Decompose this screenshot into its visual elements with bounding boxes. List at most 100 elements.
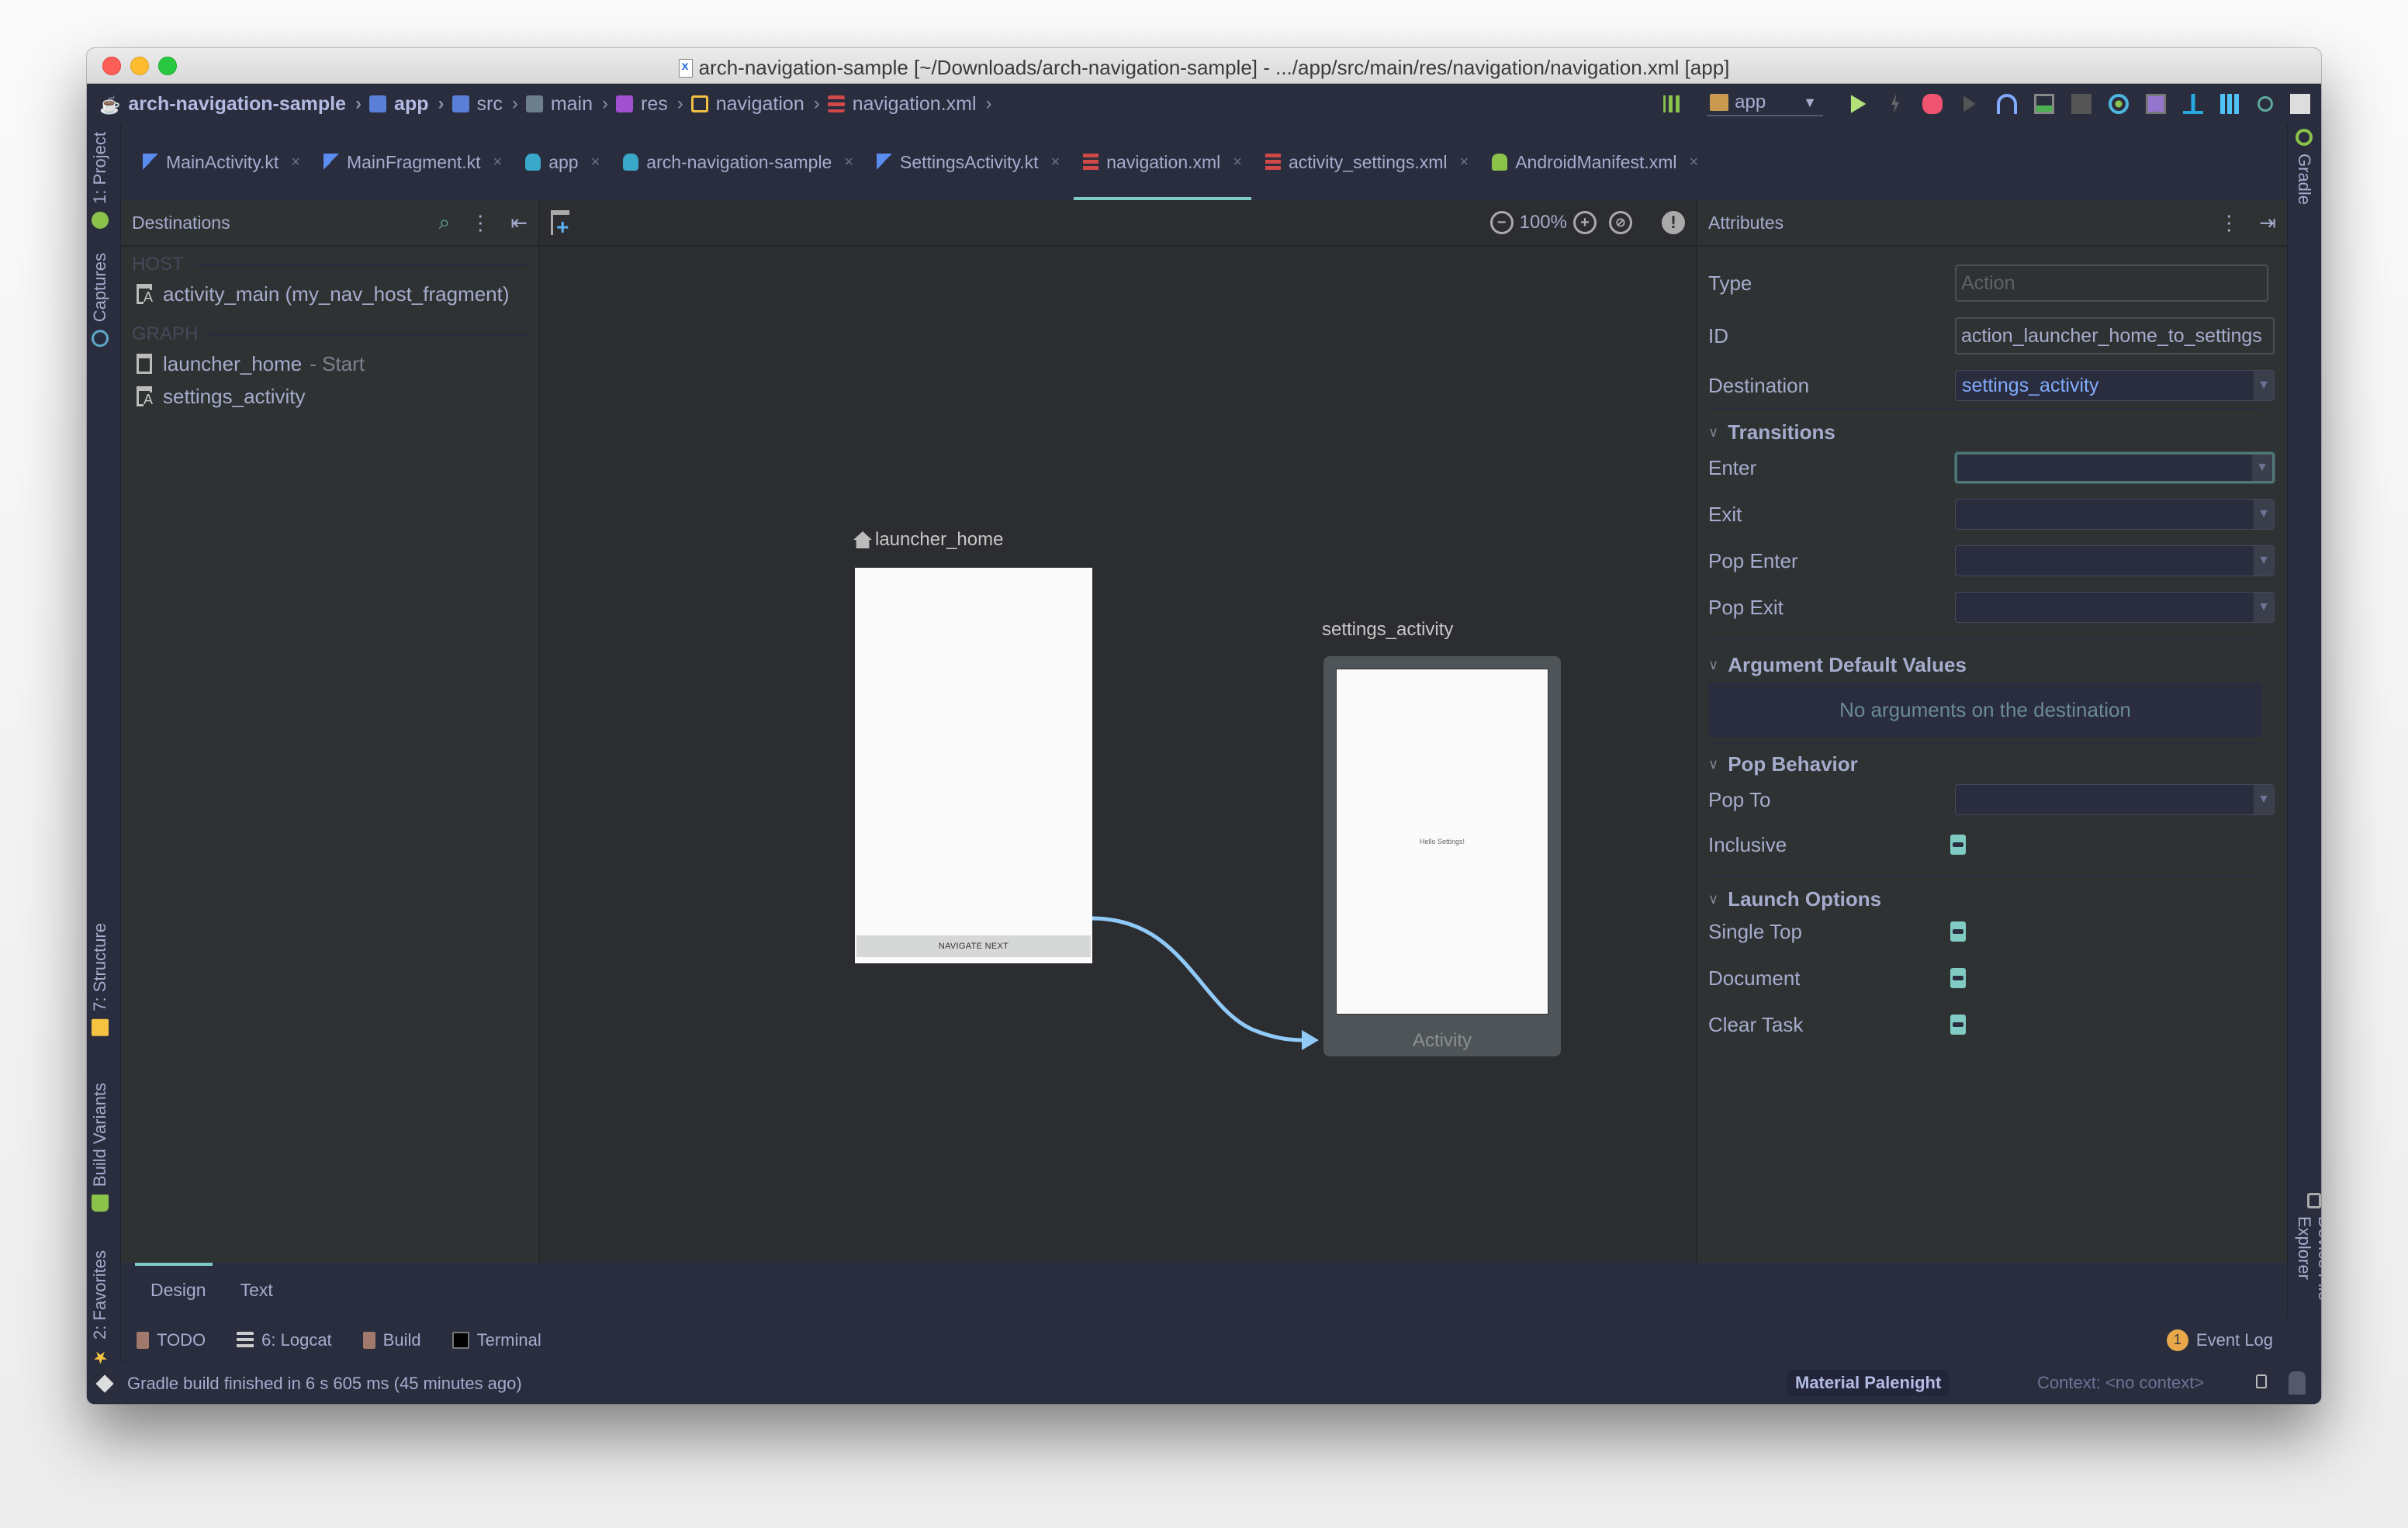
breadcrumb-main[interactable]: main ›: [525, 93, 608, 116]
document-checkbox[interactable]: [1950, 968, 1966, 988]
layout-inspector-icon[interactable]: [2220, 94, 2240, 114]
inclusive-checkbox[interactable]: [1950, 835, 1966, 855]
stop-icon[interactable]: [2071, 94, 2091, 114]
tab-text[interactable]: Text: [240, 1280, 273, 1301]
project-tool-tab[interactable]: 1: Project: [90, 132, 110, 229]
new-destination-icon[interactable]: [551, 210, 569, 238]
tab-settingsactivity-kt[interactable]: SettingsActivity.kt ×: [867, 124, 1069, 200]
tab-label: activity_settings.xml: [1288, 151, 1448, 172]
launch-options-section[interactable]: ∨ Launch Options: [1708, 887, 1881, 911]
zoom-to-fit-icon[interactable]: ⊘: [1609, 211, 1632, 234]
pop-exit-select[interactable]: ▼: [1955, 592, 2275, 623]
more-options-icon[interactable]: ⋮: [2219, 211, 2239, 235]
launcher-home-destination[interactable]: NAVIGATE NEXT: [855, 568, 1092, 963]
debug-icon[interactable]: [1922, 94, 1943, 114]
chevron-right-icon: ›: [985, 93, 992, 114]
id-field[interactable]: action_launcher_home_to_settings: [1955, 317, 2275, 354]
close-tab-icon[interactable]: ×: [1051, 154, 1060, 171]
tab-navigation-xml[interactable]: navigation.xml ×: [1074, 124, 1251, 200]
close-tab-icon[interactable]: ×: [844, 154, 853, 171]
collapse-panel-icon[interactable]: ⇤: [510, 211, 528, 235]
breadcrumb-navigation[interactable]: navigation ›: [690, 93, 820, 116]
pop-to-select[interactable]: ▼: [1955, 784, 2275, 815]
build-variants-tool-tab[interactable]: Build Variants: [90, 1083, 110, 1212]
gradle-tool-tab[interactable]: Gradle: [2294, 129, 2314, 205]
event-log-tool-tab[interactable]: 1 Event Log: [2166, 1329, 2273, 1351]
tab-project-gradle[interactable]: arch-navigation-sample ×: [614, 124, 863, 200]
transitions-section[interactable]: ∨ Transitions: [1708, 420, 1835, 444]
tab-mainfragment-kt[interactable]: MainFragment.kt ×: [314, 124, 511, 200]
user-avatar-icon[interactable]: [2290, 94, 2310, 114]
destinations-panel: Destinations ⌕ ⋮ ⇤ HOST activity_main (m…: [121, 200, 540, 1263]
close-tab-icon[interactable]: ×: [1690, 154, 1699, 171]
tab-mainactivity-kt[interactable]: MainActivity.kt ×: [133, 124, 310, 200]
warnings-icon[interactable]: !: [1662, 211, 1685, 234]
captures-tool-tab[interactable]: Captures: [90, 253, 110, 347]
layers-icon[interactable]: [95, 1374, 114, 1393]
tab-androidmanifest-xml[interactable]: AndroidManifest.xml ×: [1483, 124, 1707, 200]
tab-design[interactable]: Design: [150, 1280, 206, 1301]
tab-activity-settings-xml[interactable]: activity_settings.xml ×: [1256, 124, 1478, 200]
enter-select[interactable]: ▼: [1955, 452, 2275, 483]
inspector-icon[interactable]: [2289, 1371, 2306, 1395]
avd-manager-icon[interactable]: [2034, 94, 2054, 114]
destination-select[interactable]: settings_activity ▼: [1955, 370, 2275, 401]
breadcrumb-project[interactable]: ☕ arch-navigation-sample ›: [99, 93, 362, 116]
action-path[interactable]: [1092, 916, 1306, 1042]
single-top-checkbox[interactable]: [1950, 921, 1966, 942]
hide-panel-icon[interactable]: ⇥: [2259, 211, 2276, 235]
context-indicator[interactable]: Context: <no context>: [2037, 1373, 2204, 1393]
xml-file-icon: [678, 59, 693, 78]
notification-badge: 1: [2166, 1329, 2188, 1351]
run-icon[interactable]: [1850, 95, 1867, 113]
breadcrumb-src[interactable]: src ›: [452, 93, 518, 116]
exit-select[interactable]: ▼: [1955, 499, 2275, 530]
device-file-explorer-tool-tab[interactable]: Device File Explorer: [2294, 1193, 2321, 1337]
build-tool-tab[interactable]: Build: [362, 1330, 421, 1350]
zoom-out-icon[interactable]: −: [1489, 211, 1514, 234]
graph-item-settings-activity[interactable]: settings_activity: [121, 380, 538, 413]
logcat-tool-tab[interactable]: 6: Logcat: [237, 1330, 332, 1350]
tab-app-gradle[interactable]: app ×: [516, 124, 609, 200]
home-icon: [853, 531, 872, 548]
settings-activity-label: settings_activity: [1322, 619, 1453, 641]
more-options-icon[interactable]: ⋮: [470, 211, 490, 235]
structure-tool-tab[interactable]: 7: Structure: [90, 923, 110, 1036]
run-configuration-select[interactable]: app ▼: [1707, 92, 1823, 116]
host-item[interactable]: activity_main (my_nav_host_fragment): [121, 278, 538, 310]
device-manager-icon[interactable]: [2146, 94, 2166, 114]
close-tab-icon[interactable]: ×: [591, 154, 600, 171]
settings-activity-destination[interactable]: Hello Settings! Activity: [1323, 656, 1561, 1056]
sync-grid-icon[interactable]: [1663, 95, 1681, 112]
todo-icon: [137, 1331, 149, 1349]
breadcrumb-app[interactable]: app ›: [369, 93, 445, 116]
favorites-tool-tab[interactable]: ★ 2: Favorites: [90, 1250, 110, 1367]
navigation-graph-canvas[interactable]: − 100% + ⊘ ! launcher_home NAVIGATE NEXT…: [540, 200, 1696, 1263]
apply-changes-icon[interactable]: [1891, 94, 1900, 114]
todo-tool-tab[interactable]: TODO: [137, 1330, 206, 1350]
close-tab-icon[interactable]: ×: [493, 154, 503, 171]
graph-item-launcher-home[interactable]: launcher_home - Start: [121, 347, 538, 380]
sdk-manager-icon[interactable]: [2183, 94, 2203, 114]
lock-icon[interactable]: [2256, 1374, 2267, 1388]
profile-icon[interactable]: [1963, 95, 1976, 112]
search-everywhere-icon[interactable]: [2258, 96, 2273, 112]
pop-behavior-section[interactable]: ∨ Pop Behavior: [1708, 752, 1858, 776]
search-icon[interactable]: ⌕: [439, 210, 451, 235]
gradle-sync-icon[interactable]: [2109, 94, 2129, 114]
close-tab-icon[interactable]: ×: [1233, 154, 1242, 171]
breadcrumb-res[interactable]: res ›: [616, 93, 683, 116]
close-tab-icon[interactable]: ×: [1460, 154, 1469, 171]
zoom-in-icon[interactable]: +: [1573, 211, 1597, 234]
theme-indicator[interactable]: Material Palenight: [1787, 1370, 1950, 1396]
clear-task-checkbox[interactable]: [1950, 1015, 1966, 1035]
arguments-section[interactable]: ∨ Argument Default Values: [1708, 653, 1967, 677]
pop-exit-row: Pop Exit ▼: [1708, 588, 2275, 627]
breadcrumb-navigation-xml[interactable]: navigation.xml ›: [827, 93, 992, 116]
status-message[interactable]: Gradle build finished in 6 s 605 ms (45 …: [127, 1374, 522, 1394]
run-configuration-label: app: [1735, 92, 1766, 112]
attach-debugger-icon[interactable]: [1997, 94, 2017, 114]
terminal-tool-tab[interactable]: Terminal: [452, 1330, 541, 1350]
close-tab-icon[interactable]: ×: [291, 154, 300, 171]
pop-enter-select[interactable]: ▼: [1955, 545, 2275, 576]
